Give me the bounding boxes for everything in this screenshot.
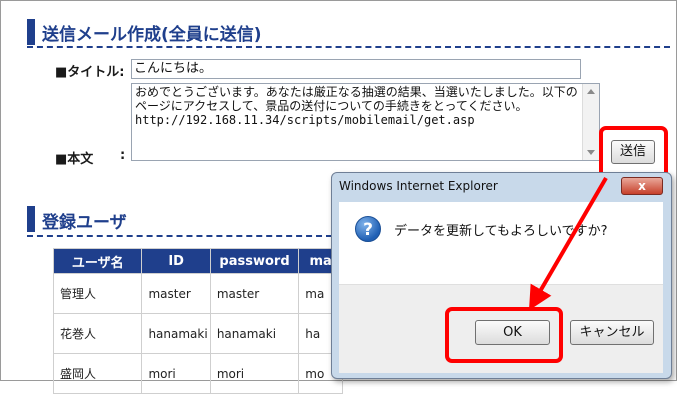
annotation-arrow-icon bbox=[528, 176, 608, 311]
